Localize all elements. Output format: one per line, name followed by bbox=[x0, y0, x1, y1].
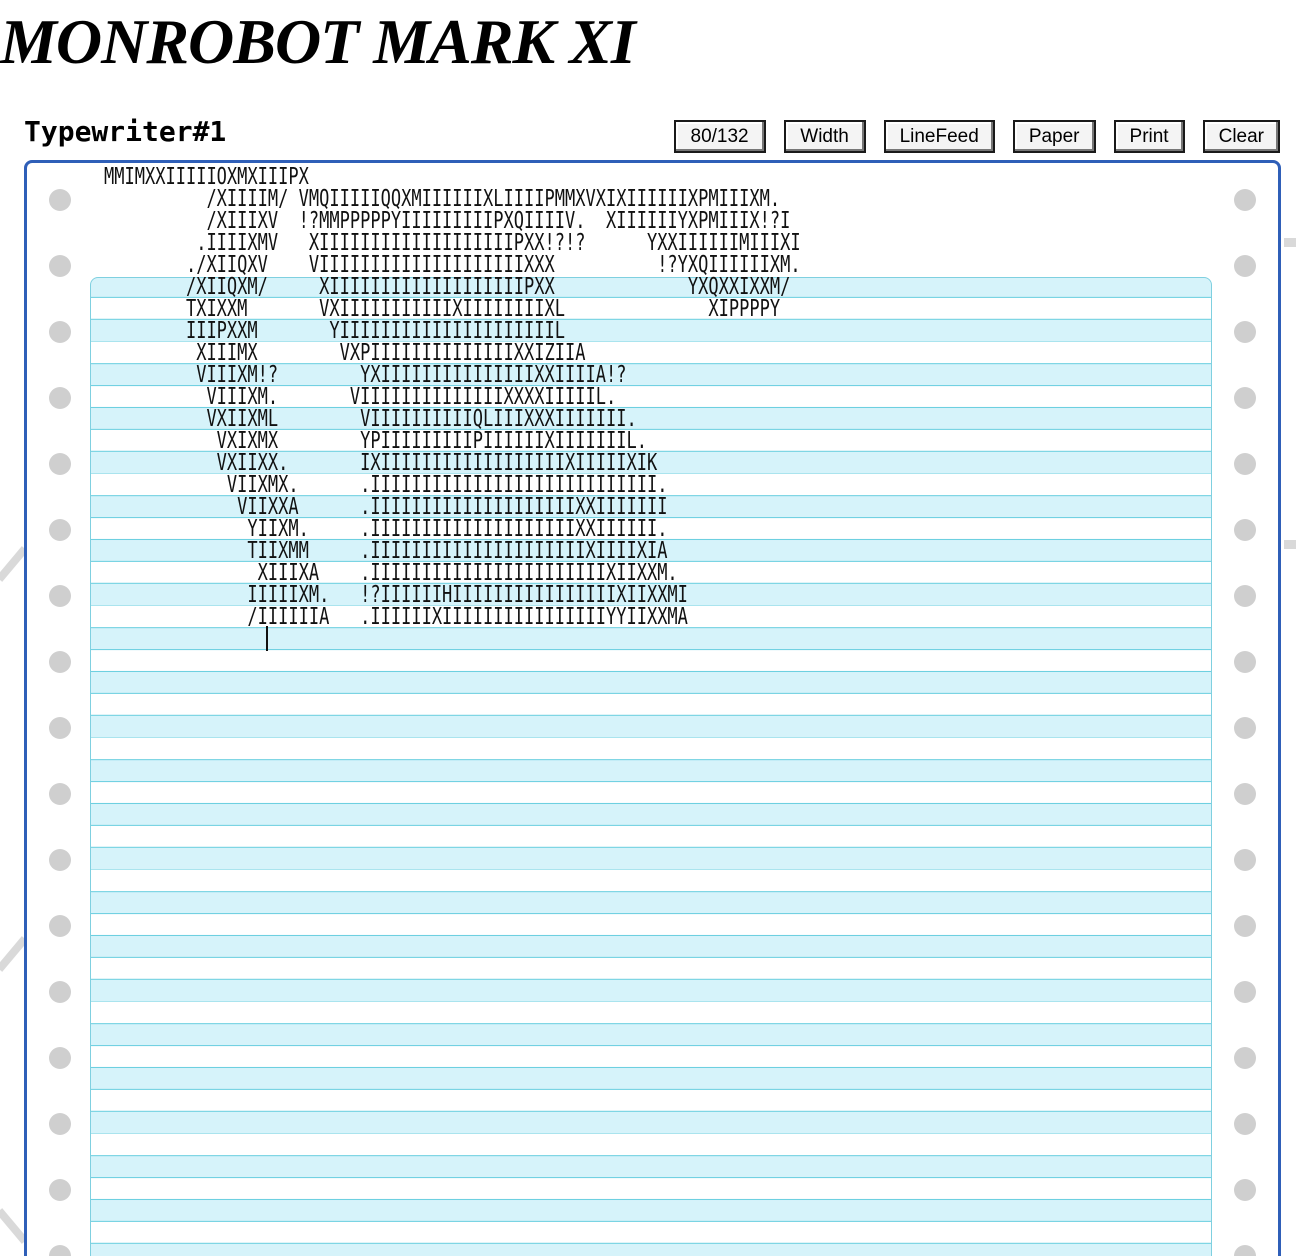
printout-line: /IIIIIIA .IIIIIIXIIIIIIIIIIIIIIIIYYIIXXM… bbox=[104, 604, 688, 630]
app-title: MONROBOT MARK XI bbox=[0, 6, 636, 77]
right-sprocket-hole bbox=[1234, 1113, 1256, 1135]
right-sprocket-hole bbox=[1234, 915, 1256, 937]
left-sprocket-hole bbox=[49, 1245, 71, 1256]
width-button[interactable]: Width bbox=[783, 120, 866, 153]
right-sprocket-hole bbox=[1234, 1179, 1256, 1201]
right-sprocket-hole bbox=[1234, 255, 1256, 277]
linefeed-button[interactable]: LineFeed bbox=[883, 120, 995, 153]
right-sprocket-hole bbox=[1234, 585, 1256, 607]
print-button[interactable]: Print bbox=[1113, 120, 1185, 153]
right-sprocket-hole bbox=[1234, 717, 1256, 739]
typewriter-toolbar: 80/132 Width LineFeed Paper Print Clear bbox=[673, 120, 1280, 153]
left-sprocket-hole bbox=[49, 519, 71, 541]
background-stripe bbox=[1284, 238, 1296, 247]
right-sprocket-hole bbox=[1234, 387, 1256, 409]
right-sprocket-hole bbox=[1234, 519, 1256, 541]
right-sprocket-hole bbox=[1234, 1047, 1256, 1069]
left-sprocket-hole bbox=[49, 981, 71, 1003]
clear-button[interactable]: Clear bbox=[1202, 120, 1280, 153]
text-cursor bbox=[266, 626, 268, 651]
left-sprocket-hole bbox=[49, 1047, 71, 1069]
background-stripe bbox=[1284, 540, 1296, 549]
typewriter-frame: MMIMXXIIIIIOXMXIIIPX /XIIIIM/ VMQIIIIIQQ… bbox=[24, 160, 1281, 1256]
left-sprocket-hole bbox=[49, 255, 71, 277]
left-sprocket-hole bbox=[49, 783, 71, 805]
right-sprocket-hole bbox=[1234, 453, 1256, 475]
left-sprocket-hole bbox=[49, 453, 71, 475]
right-sprocket-hole bbox=[1234, 651, 1256, 673]
right-sprocket-hole bbox=[1234, 321, 1256, 343]
right-sprocket-hole bbox=[1234, 783, 1256, 805]
left-sprocket-hole bbox=[49, 651, 71, 673]
typewriter-title: Typewriter#1 bbox=[24, 115, 227, 148]
left-sprocket-hole bbox=[49, 1113, 71, 1135]
right-sprocket-hole bbox=[1234, 849, 1256, 871]
left-sprocket-hole bbox=[49, 1179, 71, 1201]
width-mode-button[interactable]: 80/132 bbox=[673, 120, 766, 153]
printout-text: MMIMXXIIIIIOXMXIIIPX /XIIIIM/ VMQIIIIIQQ… bbox=[104, 166, 801, 630]
left-sprocket-hole bbox=[49, 189, 71, 211]
paper-button[interactable]: Paper bbox=[1012, 120, 1096, 153]
left-sprocket-hole bbox=[49, 717, 71, 739]
right-sprocket-hole bbox=[1234, 1245, 1256, 1256]
left-sprocket-hole bbox=[49, 915, 71, 937]
left-sprocket-hole bbox=[49, 849, 71, 871]
right-sprocket-hole bbox=[1234, 189, 1256, 211]
left-sprocket-hole bbox=[49, 321, 71, 343]
right-sprocket-hole bbox=[1234, 981, 1256, 1003]
left-sprocket-hole bbox=[49, 387, 71, 409]
left-sprocket-hole bbox=[49, 585, 71, 607]
